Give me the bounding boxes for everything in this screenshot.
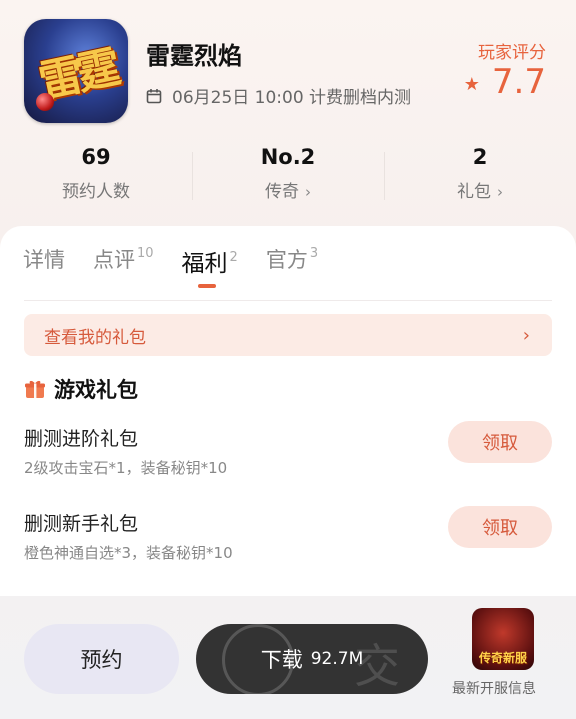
stat-label: 礼包 [457, 182, 491, 202]
stat-rank[interactable]: No.2 传奇 › [192, 140, 384, 220]
tab-label: 福利 [181, 251, 228, 277]
tab-count: 10 [137, 246, 154, 261]
tab-label: 点评 [93, 248, 135, 272]
stat-label: 传奇 [265, 182, 299, 202]
stat-gifts[interactable]: 2 礼包 › [384, 140, 576, 220]
section-title: 游戏礼包 [54, 378, 138, 402]
claim-button[interactable]: 领取 [448, 506, 552, 548]
release-info: 06月25日 10:00 计费删档内测 [146, 83, 411, 108]
tab-count: 3 [309, 246, 319, 261]
gift-section-header: 游戏礼包 [24, 374, 138, 404]
server-thumb-text: 传奇新服 [478, 651, 527, 665]
gift-item: 删测新手礼包 橙色神通自选*3，装备秘钥*10 领取 [24, 506, 552, 579]
active-tab-indicator [197, 284, 216, 288]
chevron-right-icon: › [497, 183, 503, 201]
stat-label-row: 礼包 › [384, 177, 576, 202]
orb-icon [36, 93, 54, 111]
stat-reservations: 69 预约人数 [0, 140, 192, 220]
gift-desc: 2级攻击宝石*1，装备秘钥*10 [24, 459, 228, 477]
download-label: 下载 [260, 648, 303, 672]
stat-value: No.2 [260, 145, 316, 169]
chevron-right-icon: › [522, 324, 530, 346]
claim-button[interactable]: 领取 [448, 421, 552, 463]
tab-label: 详情 [23, 248, 65, 272]
stat-label-row: 传奇 › [192, 177, 384, 202]
download-button[interactable]: 交 下载 92.7M [196, 624, 428, 694]
server-info-thumbnail[interactable]: 传奇新服 [472, 608, 534, 670]
stat-value: 69 [81, 145, 111, 169]
rating-label: 玩家评分 [478, 43, 546, 63]
tab-reviews[interactable]: 点评 10 [93, 244, 154, 290]
stat-label: 预约人数 [62, 182, 130, 202]
star-icon: ★ [463, 73, 480, 95]
calendar-icon [146, 88, 162, 103]
app-icon: 雷霆 [24, 19, 128, 123]
rating: ★ 7.7 [464, 62, 546, 102]
tab-details[interactable]: 详情 [23, 244, 65, 290]
stat-value: 2 [472, 145, 488, 169]
game-header: 雷霆 雷霆烈焰 06月25日 10:00 计费删档内测 玩家评分 ★ 7.7 [0, 0, 576, 140]
gift-desc: 橙色神通自选*3，装备秘钥*10 [24, 544, 233, 562]
game-title: 雷霆烈焰 [146, 42, 242, 70]
my-gift-banner[interactable]: 查看我的礼包 › [24, 314, 552, 356]
tab-label: 官方 [265, 248, 308, 272]
gift-icon [25, 380, 45, 398]
gift-name: 删测新手礼包 [24, 513, 139, 535]
bottom-action-bar: 预约 交 下载 92.7M 传奇新服 最新开服信息 [0, 604, 576, 719]
reserve-button[interactable]: 预约 [24, 624, 179, 694]
stats-bar: 69 预约人数 No.2 传奇 › 2 礼包 › [0, 140, 576, 220]
release-text: 06月25日 10:00 计费删档内测 [172, 88, 412, 108]
download-size: 92.7M [310, 649, 364, 669]
tab-official[interactable]: 官方 3 [266, 244, 318, 290]
tab-bar: 详情 点评 10 福利 2 官方 3 [23, 244, 346, 290]
rating-value: 7.7 [491, 62, 546, 102]
tab-benefits[interactable]: 福利 2 [182, 244, 238, 290]
server-info-link[interactable]: 最新开服信息 [452, 678, 536, 698]
tab-count: 2 [229, 250, 238, 265]
my-gift-label: 查看我的礼包 [44, 327, 146, 348]
content-panel: 详情 点评 10 福利 2 官方 3 查看我的礼包 › 游戏礼包 删测进阶礼包 2级攻… [0, 226, 576, 596]
chevron-right-icon: › [305, 183, 311, 201]
gift-name: 删测进阶礼包 [24, 428, 139, 450]
gift-item: 删测进阶礼包 2级攻击宝石*1，装备秘钥*10 领取 [24, 421, 552, 494]
divider [24, 300, 552, 301]
